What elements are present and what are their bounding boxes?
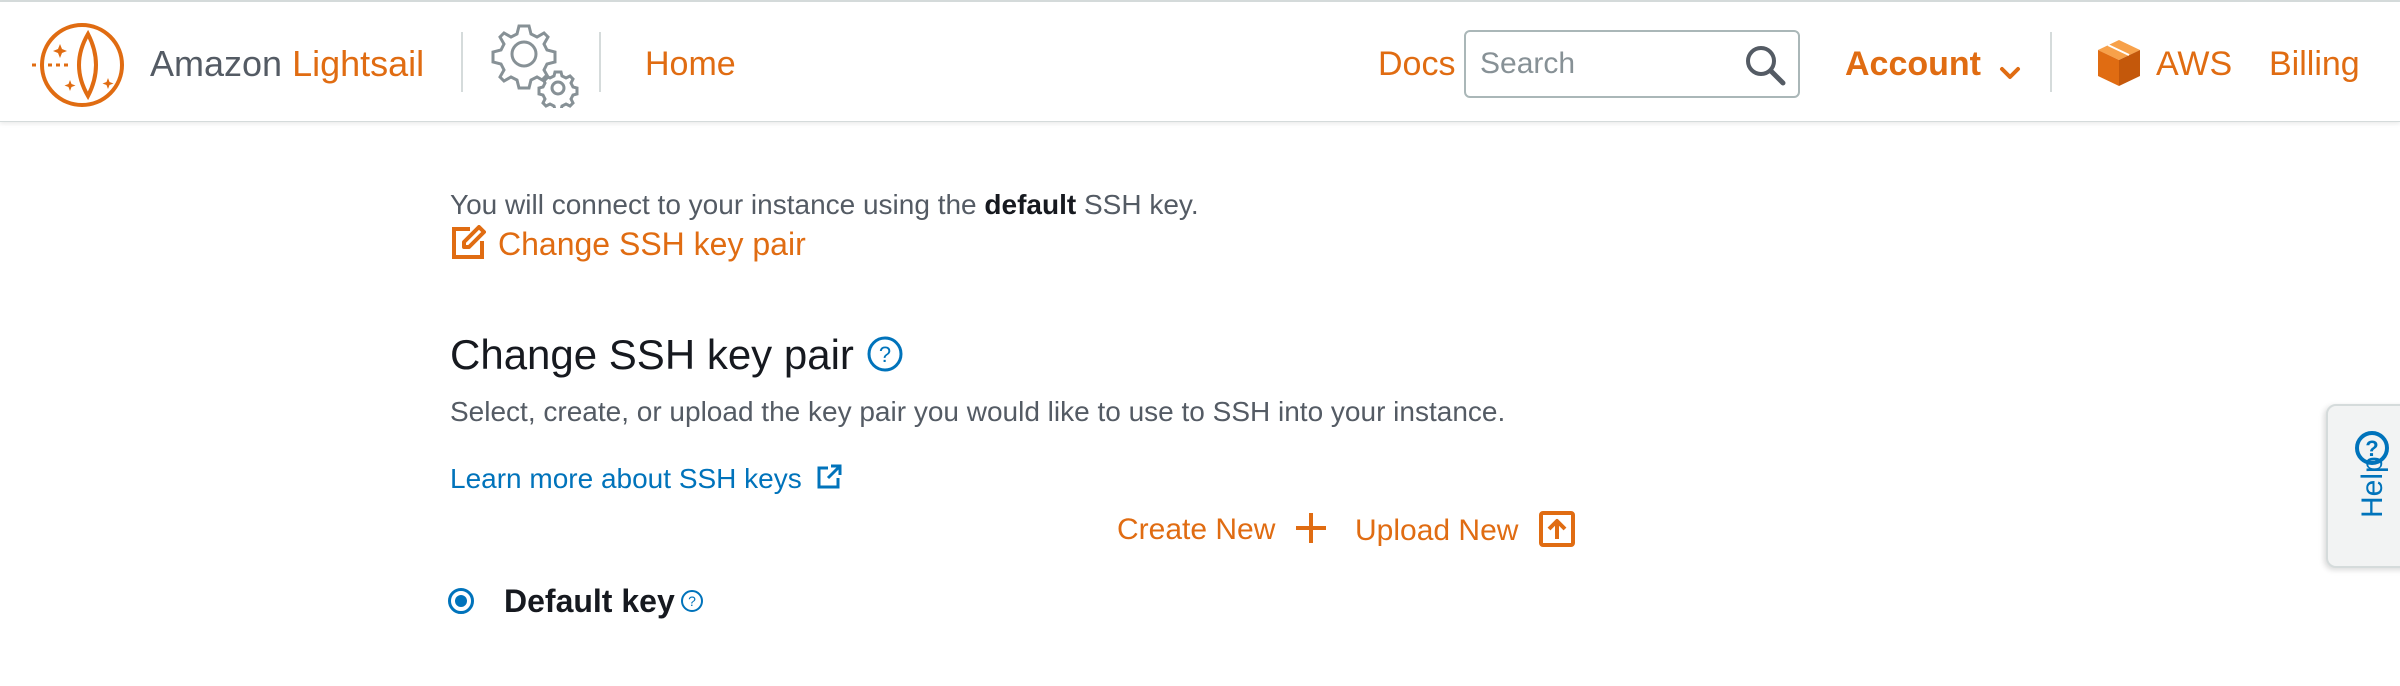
- docs-link[interactable]: Docs: [1378, 44, 1455, 84]
- change-ssh-key-label: Change SSH key pair: [498, 226, 806, 262]
- connect-bold: default: [984, 189, 1077, 220]
- upload-new-label: Upload New: [1355, 514, 1519, 547]
- account-menu[interactable]: Account: [1845, 44, 2022, 84]
- create-new-label: Create New: [1117, 513, 1276, 546]
- account-label: Account: [1845, 45, 1981, 83]
- connect-suffix: SSH key.: [1083, 189, 1199, 220]
- svg-text:?: ?: [878, 342, 890, 367]
- default-key-radio[interactable]: [448, 588, 474, 614]
- gears-icon[interactable]: [488, 18, 580, 112]
- default-key-label: Default key: [504, 583, 675, 619]
- search-icon[interactable]: [1744, 44, 1786, 86]
- upload-new-button[interactable]: Upload New: [1355, 511, 1575, 550]
- search-input[interactable]: [1480, 44, 1720, 84]
- learn-more-label: Learn more about SSH keys: [450, 463, 802, 494]
- section-description: Select, create, or upload the key pair y…: [450, 396, 1506, 427]
- divider: [599, 32, 601, 92]
- divider: [2050, 32, 2052, 92]
- connect-prefix: You will connect to your instance using …: [450, 189, 977, 220]
- aws-link[interactable]: AWS: [2156, 44, 2232, 84]
- home-link[interactable]: Home: [645, 44, 736, 84]
- create-new-button[interactable]: Create New: [1117, 511, 1328, 549]
- chevron-down-icon: [1998, 54, 2022, 80]
- external-link-icon: [816, 464, 842, 490]
- info-icon[interactable]: ?: [866, 335, 904, 373]
- lightsail-logo-icon[interactable]: [30, 20, 130, 110]
- edit-icon: [450, 225, 486, 261]
- section-title-text: Change SSH key pair: [450, 331, 854, 378]
- aws-box-icon[interactable]: [2096, 38, 2142, 88]
- plus-icon: [1294, 511, 1328, 545]
- info-icon[interactable]: ?: [680, 589, 704, 613]
- search-box: [1464, 30, 1800, 98]
- help-tab[interactable]: ? Help: [2326, 404, 2400, 568]
- upload-icon: [1538, 511, 1575, 547]
- connect-message: You will connect to your instance using …: [450, 188, 1199, 222]
- logo-brand: Amazon: [150, 43, 283, 84]
- change-ssh-key-link[interactable]: Change SSH key pair: [450, 225, 806, 263]
- billing-link[interactable]: Billing: [2269, 44, 2360, 84]
- logo-product: Lightsail: [292, 43, 425, 84]
- top-navigation-bar: Amazon Lightsail Home Docs Account: [0, 2, 2400, 122]
- section-title: Change SSH key pair ?: [450, 331, 904, 379]
- help-label: Help: [2356, 456, 2389, 518]
- svg-text:?: ?: [688, 593, 696, 609]
- divider: [461, 32, 463, 92]
- logo-text[interactable]: Amazon Lightsail: [150, 44, 424, 84]
- learn-more-link[interactable]: Learn more about SSH keys: [450, 462, 842, 496]
